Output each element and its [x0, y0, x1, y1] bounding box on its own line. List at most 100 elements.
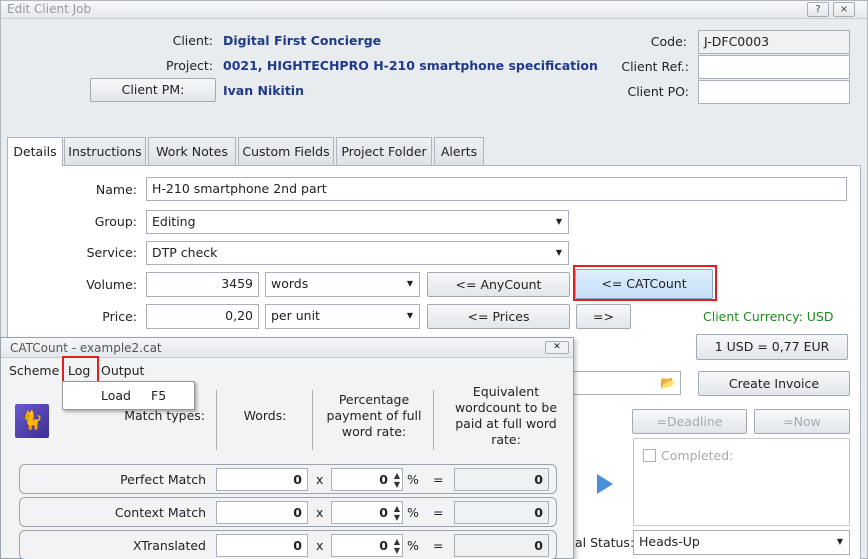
col-words: Words: — [243, 408, 287, 423]
price-unit-value: per unit — [271, 308, 320, 323]
catcount-highlight — [573, 265, 717, 301]
name-field[interactable]: H-210 smartphone 2nd part — [146, 177, 847, 201]
catcount-dialog: CATCount - example2.cat ✕ Scheme Log Out… — [0, 337, 574, 559]
tab-project-folder[interactable]: Project Folder — [336, 137, 432, 165]
client-currency-label: Client Currency: USD — [703, 309, 834, 324]
code-field[interactable]: J-DFC0003 — [698, 30, 850, 54]
close-button[interactable]: × — [833, 2, 855, 17]
spinner-icon[interactable]: ▲ ▼ — [394, 504, 400, 522]
price-label: Price: — [102, 309, 137, 324]
completed-box: Completed: — [633, 438, 850, 526]
col-divider — [216, 390, 217, 450]
status-label: al Status: — [575, 535, 635, 550]
client-pm-button[interactable]: Client PM: — [90, 78, 216, 102]
service-value: DTP check — [152, 245, 218, 260]
anycount-button[interactable]: <= AnyCount — [427, 272, 570, 297]
row-label: Context Match — [114, 505, 206, 520]
volume-unit-select[interactable]: words ▼ — [265, 272, 420, 297]
client-label: Client: — [172, 33, 213, 48]
project-label: Project: — [166, 58, 213, 73]
dialog-title: CATCount - example2.cat — [10, 341, 162, 355]
volume-unit-value: words — [271, 276, 309, 291]
dialog-close-icon[interactable]: ✕ — [545, 341, 569, 354]
chevron-down-icon: ▼ — [555, 217, 562, 226]
row-label: Perfect Match — [120, 472, 206, 487]
col-match-types: Match types: — [124, 408, 205, 423]
price-unit-select[interactable]: per unit ▼ — [265, 304, 420, 329]
deadline-button[interactable]: =Deadline — [632, 409, 747, 434]
client-po-field[interactable] — [698, 80, 850, 104]
create-invoice-button[interactable]: Create Invoice — [698, 371, 850, 396]
percent-field[interactable]: 0 ▲ ▼ — [331, 468, 403, 491]
percent-sign: % — [407, 472, 419, 487]
window-title: Edit Client Job — [7, 2, 92, 16]
times-sign: x — [316, 505, 324, 520]
tab-instructions[interactable]: Instructions — [64, 137, 146, 165]
cat-logo-icon: 🐈 — [15, 404, 49, 438]
words-field[interactable]: 0 — [216, 501, 308, 524]
match-row: Perfect Match 0 x 0 ▲ ▼ % = 0 — [19, 464, 557, 494]
group-select[interactable]: Editing ▼ — [146, 210, 569, 234]
service-select[interactable]: DTP check ▼ — [146, 241, 569, 265]
words-field[interactable]: 0 — [216, 468, 308, 491]
equals-sign: = — [433, 505, 444, 520]
percent-field[interactable]: 0 ▲ ▼ — [331, 501, 403, 524]
log-dropdown-menu: Load F5 — [62, 381, 195, 410]
tab-work-notes[interactable]: Work Notes — [148, 137, 236, 165]
volume-label: Volume: — [86, 277, 137, 292]
dialog-title-bar: CATCount - example2.cat ✕ — [1, 338, 573, 358]
price-field[interactable]: 0,20 — [146, 304, 259, 329]
row-label: XTranslated — [132, 538, 206, 553]
exchange-rate-button[interactable]: 1 USD = 0,77 EUR — [696, 334, 848, 360]
service-label: Service: — [86, 245, 137, 260]
col-divider — [433, 390, 434, 450]
group-value: Editing — [152, 214, 196, 229]
tab-custom-fields[interactable]: Custom Fields — [238, 137, 334, 165]
client-ref-label: Client Ref.: — [621, 59, 689, 74]
folder-path-field[interactable]: 📂 — [561, 371, 681, 395]
name-label: Name: — [95, 182, 137, 197]
status-value: Heads-Up — [639, 534, 700, 549]
menu-item-load[interactable]: Load F5 — [64, 383, 193, 408]
tab-alerts[interactable]: Alerts — [434, 137, 484, 165]
percent-value: 0 — [379, 538, 388, 553]
prices-button[interactable]: <= Prices — [427, 304, 570, 329]
group-label: Group: — [94, 214, 137, 229]
match-row: Context Match 0 x 0 ▲ ▼ % = 0 — [19, 497, 557, 527]
percent-field[interactable]: 0 ▲ ▼ — [331, 534, 403, 557]
arrow-right-button[interactable]: => — [576, 304, 631, 329]
menu-scheme[interactable]: Scheme — [9, 363, 59, 378]
times-sign: x — [316, 538, 324, 553]
menu-output[interactable]: Output — [101, 363, 144, 378]
match-row: XTranslated 0 x 0 ▲ ▼ % = 0 — [19, 530, 557, 559]
project-value: 0021, HIGHTECHPRO H-210 smartphone speci… — [223, 58, 598, 73]
menu-item-load-shortcut: F5 — [151, 388, 167, 403]
folder-icon[interactable]: 📂 — [660, 372, 676, 394]
now-button[interactable]: =Now — [754, 409, 850, 434]
code-label: Code: — [650, 34, 687, 49]
spinner-icon[interactable]: ▲ ▼ — [394, 471, 400, 489]
client-po-label: Client PO: — [627, 84, 689, 99]
col-divider — [312, 390, 313, 450]
help-button[interactable]: ? — [807, 2, 829, 17]
words-field[interactable]: 0 — [216, 534, 308, 557]
completed-checkbox[interactable] — [643, 449, 656, 462]
menu-item-load-label: Load — [101, 388, 131, 403]
times-sign: x — [316, 472, 324, 487]
percent-sign: % — [407, 538, 419, 553]
percent-sign: % — [407, 505, 419, 520]
volume-field[interactable]: 3459 — [146, 272, 259, 297]
client-value: Digital First Concierge — [223, 33, 382, 48]
col-percentage: Percentage payment of full word rate: — [326, 392, 422, 439]
equals-sign: = — [433, 538, 444, 553]
completed-label: Completed: — [661, 448, 734, 463]
client-ref-field[interactable] — [698, 55, 850, 79]
percent-value: 0 — [379, 472, 388, 487]
chevron-down-icon: ▼ — [555, 248, 562, 257]
tab-details[interactable]: Details — [7, 137, 63, 166]
chevron-down-icon: ▼ — [836, 537, 843, 546]
status-select[interactable]: Heads-Up ▼ — [633, 530, 850, 555]
play-icon[interactable] — [597, 474, 613, 494]
col-equivalent: Equivalent wordcount to be paid at full … — [454, 384, 558, 447]
spinner-icon[interactable]: ▲ ▼ — [394, 537, 400, 555]
